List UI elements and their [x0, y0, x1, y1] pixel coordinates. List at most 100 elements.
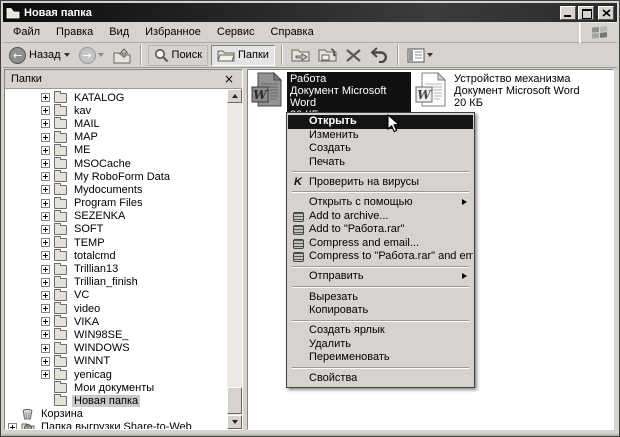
- tree-item[interactable]: TEMP: [5, 236, 227, 249]
- expand-plus-icon[interactable]: [41, 264, 50, 274]
- tree-item[interactable]: Trillian13: [5, 262, 227, 275]
- minimize-button[interactable]: [560, 5, 576, 20]
- tree-item[interactable]: Program Files: [5, 196, 227, 210]
- folders-button[interactable]: Папки: [211, 44, 275, 66]
- context-menu-item[interactable]: Копировать: [288, 304, 473, 318]
- expand-plus-icon[interactable]: [41, 93, 50, 103]
- tree-item[interactable]: KATALOG: [5, 91, 227, 104]
- tree-item[interactable]: kav: [5, 104, 227, 117]
- move-to-button[interactable]: [289, 46, 313, 64]
- expand-plus-icon[interactable]: [41, 172, 50, 182]
- back-dropdown-icon[interactable]: [63, 53, 70, 57]
- tree-item[interactable]: yenicag: [5, 368, 227, 381]
- expand-plus-icon[interactable]: [41, 370, 50, 380]
- expand-plus-icon[interactable]: [41, 119, 50, 129]
- context-menu-item[interactable]: Вырезать: [288, 291, 473, 305]
- tree-item[interactable]: video: [5, 302, 227, 315]
- context-menu-item[interactable]: Создать: [288, 142, 473, 156]
- context-menu-item[interactable]: Удалить: [288, 338, 473, 352]
- expand-plus-icon[interactable]: [41, 304, 50, 314]
- context-menu-item[interactable]: Изменить: [288, 129, 473, 143]
- context-menu-item[interactable]: Add to "Работа.rar": [288, 223, 473, 237]
- copy-to-button[interactable]: [316, 46, 340, 64]
- expand-plus-icon[interactable]: [41, 159, 50, 169]
- expand-plus-icon[interactable]: [41, 290, 50, 300]
- tree-item[interactable]: MAIL: [5, 117, 227, 130]
- scroll-up-icon[interactable]: [227, 89, 242, 103]
- context-menu-item[interactable]: Переименовать: [288, 351, 473, 365]
- menu-item[interactable]: Сервис: [209, 23, 263, 41]
- tree-item[interactable]: VC: [5, 288, 227, 302]
- views-grid-icon: [407, 48, 425, 62]
- context-menu-item[interactable]: Открыть с помощью: [288, 196, 473, 210]
- expand-plus-icon[interactable]: [41, 211, 50, 221]
- expand-plus-icon[interactable]: [41, 251, 50, 261]
- tree-item[interactable]: Корзина: [5, 408, 227, 421]
- forward-button[interactable]: →: [77, 46, 108, 65]
- views-dropdown-icon[interactable]: [426, 53, 433, 57]
- expand-plus-icon[interactable]: [41, 238, 50, 248]
- expand-plus-icon[interactable]: [41, 145, 50, 155]
- tree-item-label: Мои документы: [74, 381, 155, 394]
- expand-plus-icon[interactable]: [41, 277, 50, 287]
- tree-item[interactable]: Новая папка: [5, 394, 227, 407]
- views-button[interactable]: [405, 47, 437, 64]
- expand-plus-icon[interactable]: [41, 356, 50, 366]
- expand-plus-icon[interactable]: [8, 422, 17, 429]
- context-menu-item[interactable]: Свойства: [288, 372, 473, 386]
- close-button[interactable]: [598, 5, 614, 20]
- search-button[interactable]: Поиск: [147, 44, 209, 66]
- back-button[interactable]: ← Назад: [7, 46, 74, 65]
- menu-item[interactable]: Файл: [5, 23, 48, 41]
- menu-item[interactable]: Избранное: [137, 23, 209, 41]
- expand-plus-icon[interactable]: [41, 224, 50, 234]
- menu-item[interactable]: Вид: [101, 23, 137, 41]
- menu-item[interactable]: Правка: [48, 23, 101, 41]
- tree-item[interactable]: VIKA: [5, 315, 227, 328]
- expand-plus-icon[interactable]: [41, 185, 50, 195]
- expand-plus-icon[interactable]: [41, 106, 50, 116]
- delete-button[interactable]: [343, 47, 364, 64]
- tree-item[interactable]: My RoboForm Data: [5, 170, 227, 183]
- folders-pane-close-icon[interactable]: ×: [222, 73, 236, 85]
- tree-item[interactable]: totalcmd: [5, 249, 227, 262]
- scroll-thumb[interactable]: [227, 387, 242, 414]
- tree-item[interactable]: WIN98SE_: [5, 328, 227, 341]
- tree-item-label: SOFT: [74, 223, 104, 236]
- expand-plus-icon[interactable]: [41, 317, 50, 327]
- window-folder-icon: [6, 7, 20, 19]
- up-button[interactable]: [111, 46, 134, 65]
- context-menu-item[interactable]: Отправить: [288, 270, 473, 284]
- file-tile[interactable]: W Устройство механизма Документ Microsoft …: [415, 71, 583, 110]
- expand-plus-icon[interactable]: [41, 330, 50, 340]
- expand-plus-icon[interactable]: [41, 198, 50, 208]
- tree-scrollbar[interactable]: [227, 89, 242, 429]
- tree-item[interactable]: Папка выгрузки Share-to-Web: [5, 421, 227, 429]
- context-menu-item[interactable]: Создать ярлык: [288, 324, 473, 338]
- context-menu-item[interactable]: K Проверить на вирусы: [288, 176, 473, 190]
- tree-item[interactable]: ME: [5, 143, 227, 157]
- tree-item[interactable]: Mydocuments: [5, 183, 227, 196]
- expand-plus-icon[interactable]: [41, 132, 50, 142]
- tree-item[interactable]: Мои документы: [5, 381, 227, 394]
- scroll-down-icon[interactable]: [227, 415, 242, 429]
- menu-item[interactable]: Справка: [263, 23, 322, 41]
- tree-item[interactable]: Trillian_finish: [5, 275, 227, 289]
- context-menu-item[interactable]: Compress to "Работа.rar" and email: [288, 250, 473, 264]
- maximize-button[interactable]: [578, 5, 594, 20]
- expand-plus-icon[interactable]: [41, 343, 50, 353]
- folder-icon: [54, 236, 67, 249]
- context-menu-item[interactable]: Compress and email...: [288, 237, 473, 251]
- tree-item[interactable]: MAP: [5, 130, 227, 144]
- tree-item[interactable]: MSOCache: [5, 157, 227, 170]
- context-menu-item[interactable]: Печать: [288, 156, 473, 170]
- context-menu-item[interactable]: Открыть: [288, 115, 473, 129]
- tree-item[interactable]: WINDOWS: [5, 341, 227, 355]
- tree-item[interactable]: SOFT: [5, 222, 227, 236]
- tree-item[interactable]: WINNT: [5, 354, 227, 368]
- tree-item[interactable]: SEZENKA: [5, 209, 227, 223]
- context-menu-item[interactable]: Add to archive...: [288, 210, 473, 224]
- undo-button[interactable]: [367, 46, 391, 64]
- forward-dropdown-icon[interactable]: [97, 53, 104, 57]
